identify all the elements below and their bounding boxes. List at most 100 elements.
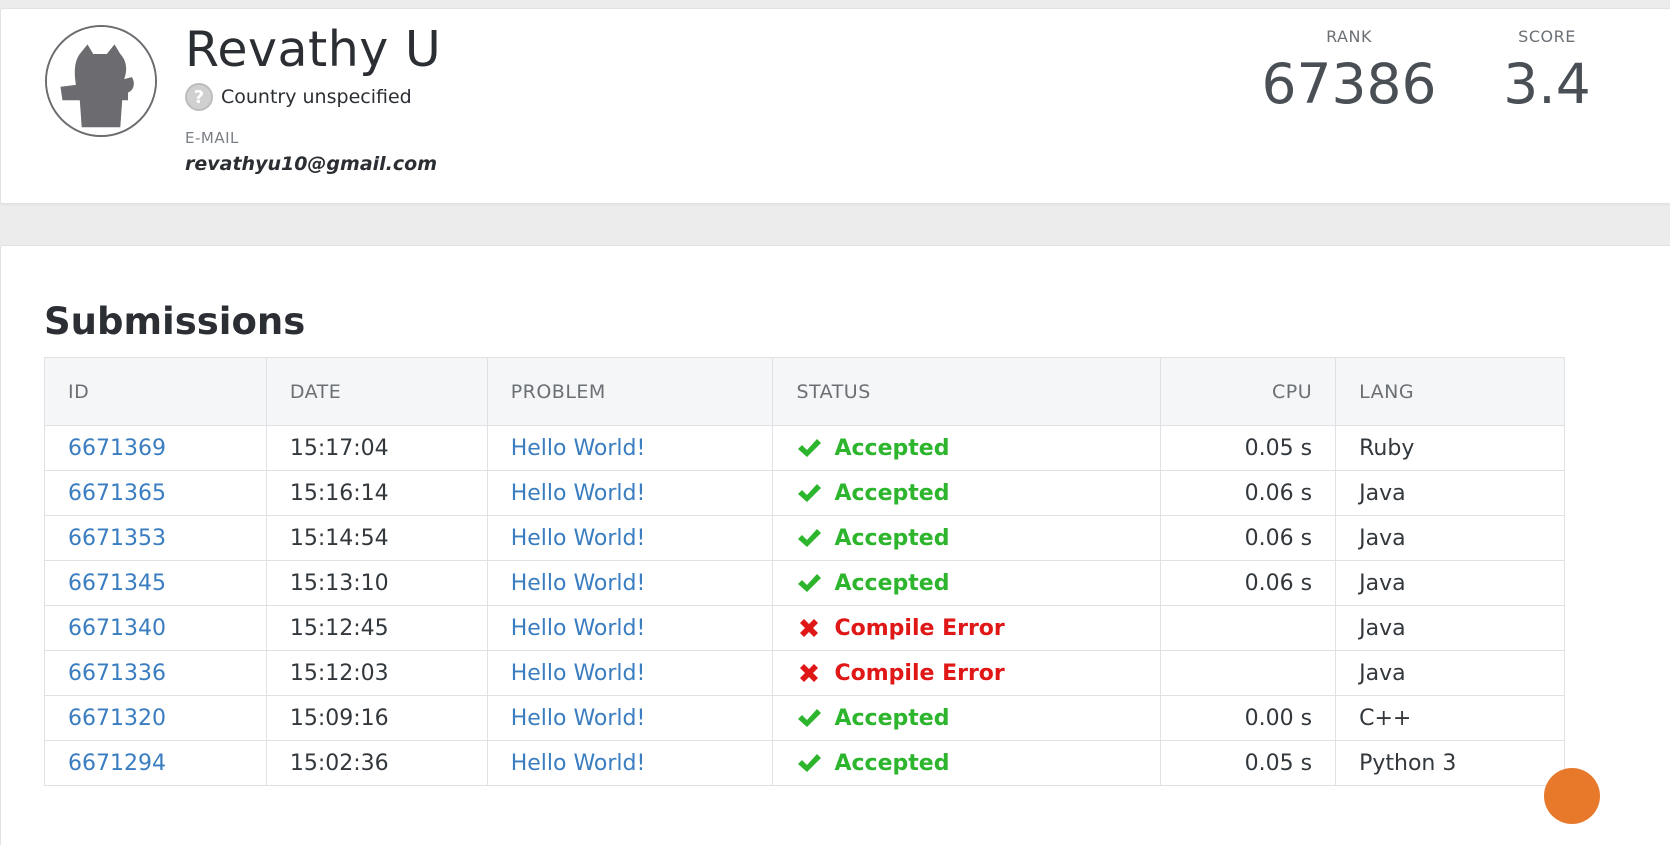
status-cell: Accepted — [772, 740, 1162, 786]
checkmark-icon — [796, 525, 822, 551]
language: Python 3 — [1335, 740, 1565, 786]
country-label: Country unspecified — [221, 86, 412, 108]
checkmark-icon — [796, 435, 822, 461]
email-label: E-MAIL — [185, 129, 239, 147]
submissions-title: Submissions — [44, 300, 306, 343]
problem-link[interactable]: Hello World! — [511, 571, 646, 596]
column-header-cpu[interactable]: CPU — [1160, 357, 1337, 426]
submission-id-link[interactable]: 6671320 — [68, 706, 166, 731]
submission-date: 15:16:14 — [266, 470, 488, 516]
problem-link[interactable]: Hello World! — [511, 616, 646, 641]
submission-id-cell: 6671345 — [44, 560, 267, 606]
language: Java — [1335, 470, 1565, 516]
email-value: revathyu10@gmail.com — [185, 153, 438, 175]
problem-cell: Hello World! — [487, 425, 774, 471]
submission-date: 15:12:45 — [266, 605, 488, 651]
problem-link[interactable]: Hello World! — [511, 481, 646, 506]
submission-date: 15:12:03 — [266, 650, 488, 696]
status-badge: Accepted — [796, 525, 1137, 551]
column-header-date[interactable]: DATE — [266, 357, 488, 426]
score-label: SCORE — [1518, 27, 1576, 46]
problem-link[interactable]: Hello World! — [511, 661, 646, 686]
question-mark-icon: ? — [185, 83, 213, 111]
table-row: 6671336 15:12:03 Hello World! Compile Error… — [44, 650, 1565, 696]
submission-id-cell: 6671353 — [44, 515, 267, 561]
language: C++ — [1335, 695, 1565, 741]
status-label: Compile Error — [834, 615, 1005, 641]
status-label: Accepted — [834, 480, 950, 506]
problem-link[interactable]: Hello World! — [511, 706, 646, 731]
status-label: Accepted — [834, 750, 950, 776]
cross-icon — [796, 660, 822, 686]
score-stat: SCORE 3.4 — [1477, 27, 1617, 116]
status-label: Accepted — [834, 525, 950, 551]
problem-link[interactable]: Hello World! — [511, 436, 646, 461]
submission-date: 15:02:36 — [266, 740, 488, 786]
table-row: 6671320 15:09:16 Hello World! Accepted 0.00 … — [44, 695, 1565, 741]
rank-stat: RANK 67386 — [1259, 27, 1439, 116]
checkmark-icon — [796, 570, 822, 596]
status-cell: Accepted — [772, 425, 1162, 471]
status-badge: Accepted — [796, 480, 1137, 506]
user-name: Revathy U — [185, 21, 442, 78]
status-badge: Compile Error — [796, 615, 1137, 641]
submission-id-cell: 6671340 — [44, 605, 267, 651]
rank-label: RANK — [1326, 27, 1372, 46]
avatar — [45, 25, 157, 137]
language: Java — [1335, 560, 1565, 606]
status-label: Compile Error — [834, 660, 1005, 686]
submission-id-cell: 6671294 — [44, 740, 267, 786]
cat-avatar-icon — [47, 27, 155, 135]
status-cell: Compile Error — [772, 605, 1162, 651]
submissions-card: Submissions ID DATE PROBLEM STATUS CPU L… — [0, 245, 1670, 845]
status-badge: Accepted — [796, 570, 1137, 596]
status-cell: Compile Error — [772, 650, 1162, 696]
submission-date: 15:13:10 — [266, 560, 488, 606]
submission-id-cell: 6671336 — [44, 650, 267, 696]
country-row: ? Country unspecified — [185, 83, 412, 111]
column-header-lang[interactable]: LANG — [1335, 357, 1565, 426]
status-label: Accepted — [834, 570, 950, 596]
checkmark-icon — [796, 480, 822, 506]
submissions-table: ID DATE PROBLEM STATUS CPU LANG 6671369 1… — [44, 357, 1565, 786]
submission-id-cell: 6671369 — [44, 425, 267, 471]
problem-cell: Hello World! — [487, 560, 774, 606]
column-header-status[interactable]: STATUS — [772, 357, 1162, 426]
table-row: 6671369 15:17:04 Hello World! Accepted 0.05 … — [44, 425, 1565, 471]
problem-cell: Hello World! — [487, 695, 774, 741]
cpu-time: 0.05 s — [1160, 425, 1337, 471]
submission-id-link[interactable]: 6671353 — [68, 526, 166, 551]
submission-date: 15:17:04 — [266, 425, 488, 471]
status-badge: Accepted — [796, 705, 1137, 731]
table-row: 6671345 15:13:10 Hello World! Accepted 0.06 … — [44, 560, 1565, 606]
problem-cell: Hello World! — [487, 650, 774, 696]
status-badge: Compile Error — [796, 660, 1137, 686]
submission-id-link[interactable]: 6671345 — [68, 571, 166, 596]
problem-link[interactable]: Hello World! — [511, 751, 646, 776]
status-label: Accepted — [834, 705, 950, 731]
status-badge: Accepted — [796, 750, 1137, 776]
table-row: 6671365 15:16:14 Hello World! Accepted 0.06 … — [44, 470, 1565, 516]
language: Java — [1335, 515, 1565, 561]
cpu-time — [1160, 605, 1337, 651]
problem-link[interactable]: Hello World! — [511, 526, 646, 551]
column-header-id[interactable]: ID — [44, 357, 267, 426]
submission-id-cell: 6671365 — [44, 470, 267, 516]
table-header-row: ID DATE PROBLEM STATUS CPU LANG — [44, 357, 1565, 426]
table-row: 6671353 15:14:54 Hello World! Accepted 0.06 … — [44, 515, 1565, 561]
status-cell: Accepted — [772, 560, 1162, 606]
submission-date: 15:09:16 — [266, 695, 488, 741]
submission-date: 15:14:54 — [266, 515, 488, 561]
status-cell: Accepted — [772, 695, 1162, 741]
cross-icon — [796, 615, 822, 641]
column-header-problem[interactable]: PROBLEM — [487, 357, 774, 426]
cpu-time: 0.00 s — [1160, 695, 1337, 741]
submission-id-link[interactable]: 6671365 — [68, 481, 166, 506]
submission-id-link[interactable]: 6671340 — [68, 616, 166, 641]
submission-id-link[interactable]: 6671336 — [68, 661, 166, 686]
submission-id-link[interactable]: 6671294 — [68, 751, 166, 776]
problem-cell: Hello World! — [487, 515, 774, 561]
problem-cell: Hello World! — [487, 470, 774, 516]
submission-id-link[interactable]: 6671369 — [68, 436, 166, 461]
help-chat-button[interactable] — [1544, 768, 1600, 824]
